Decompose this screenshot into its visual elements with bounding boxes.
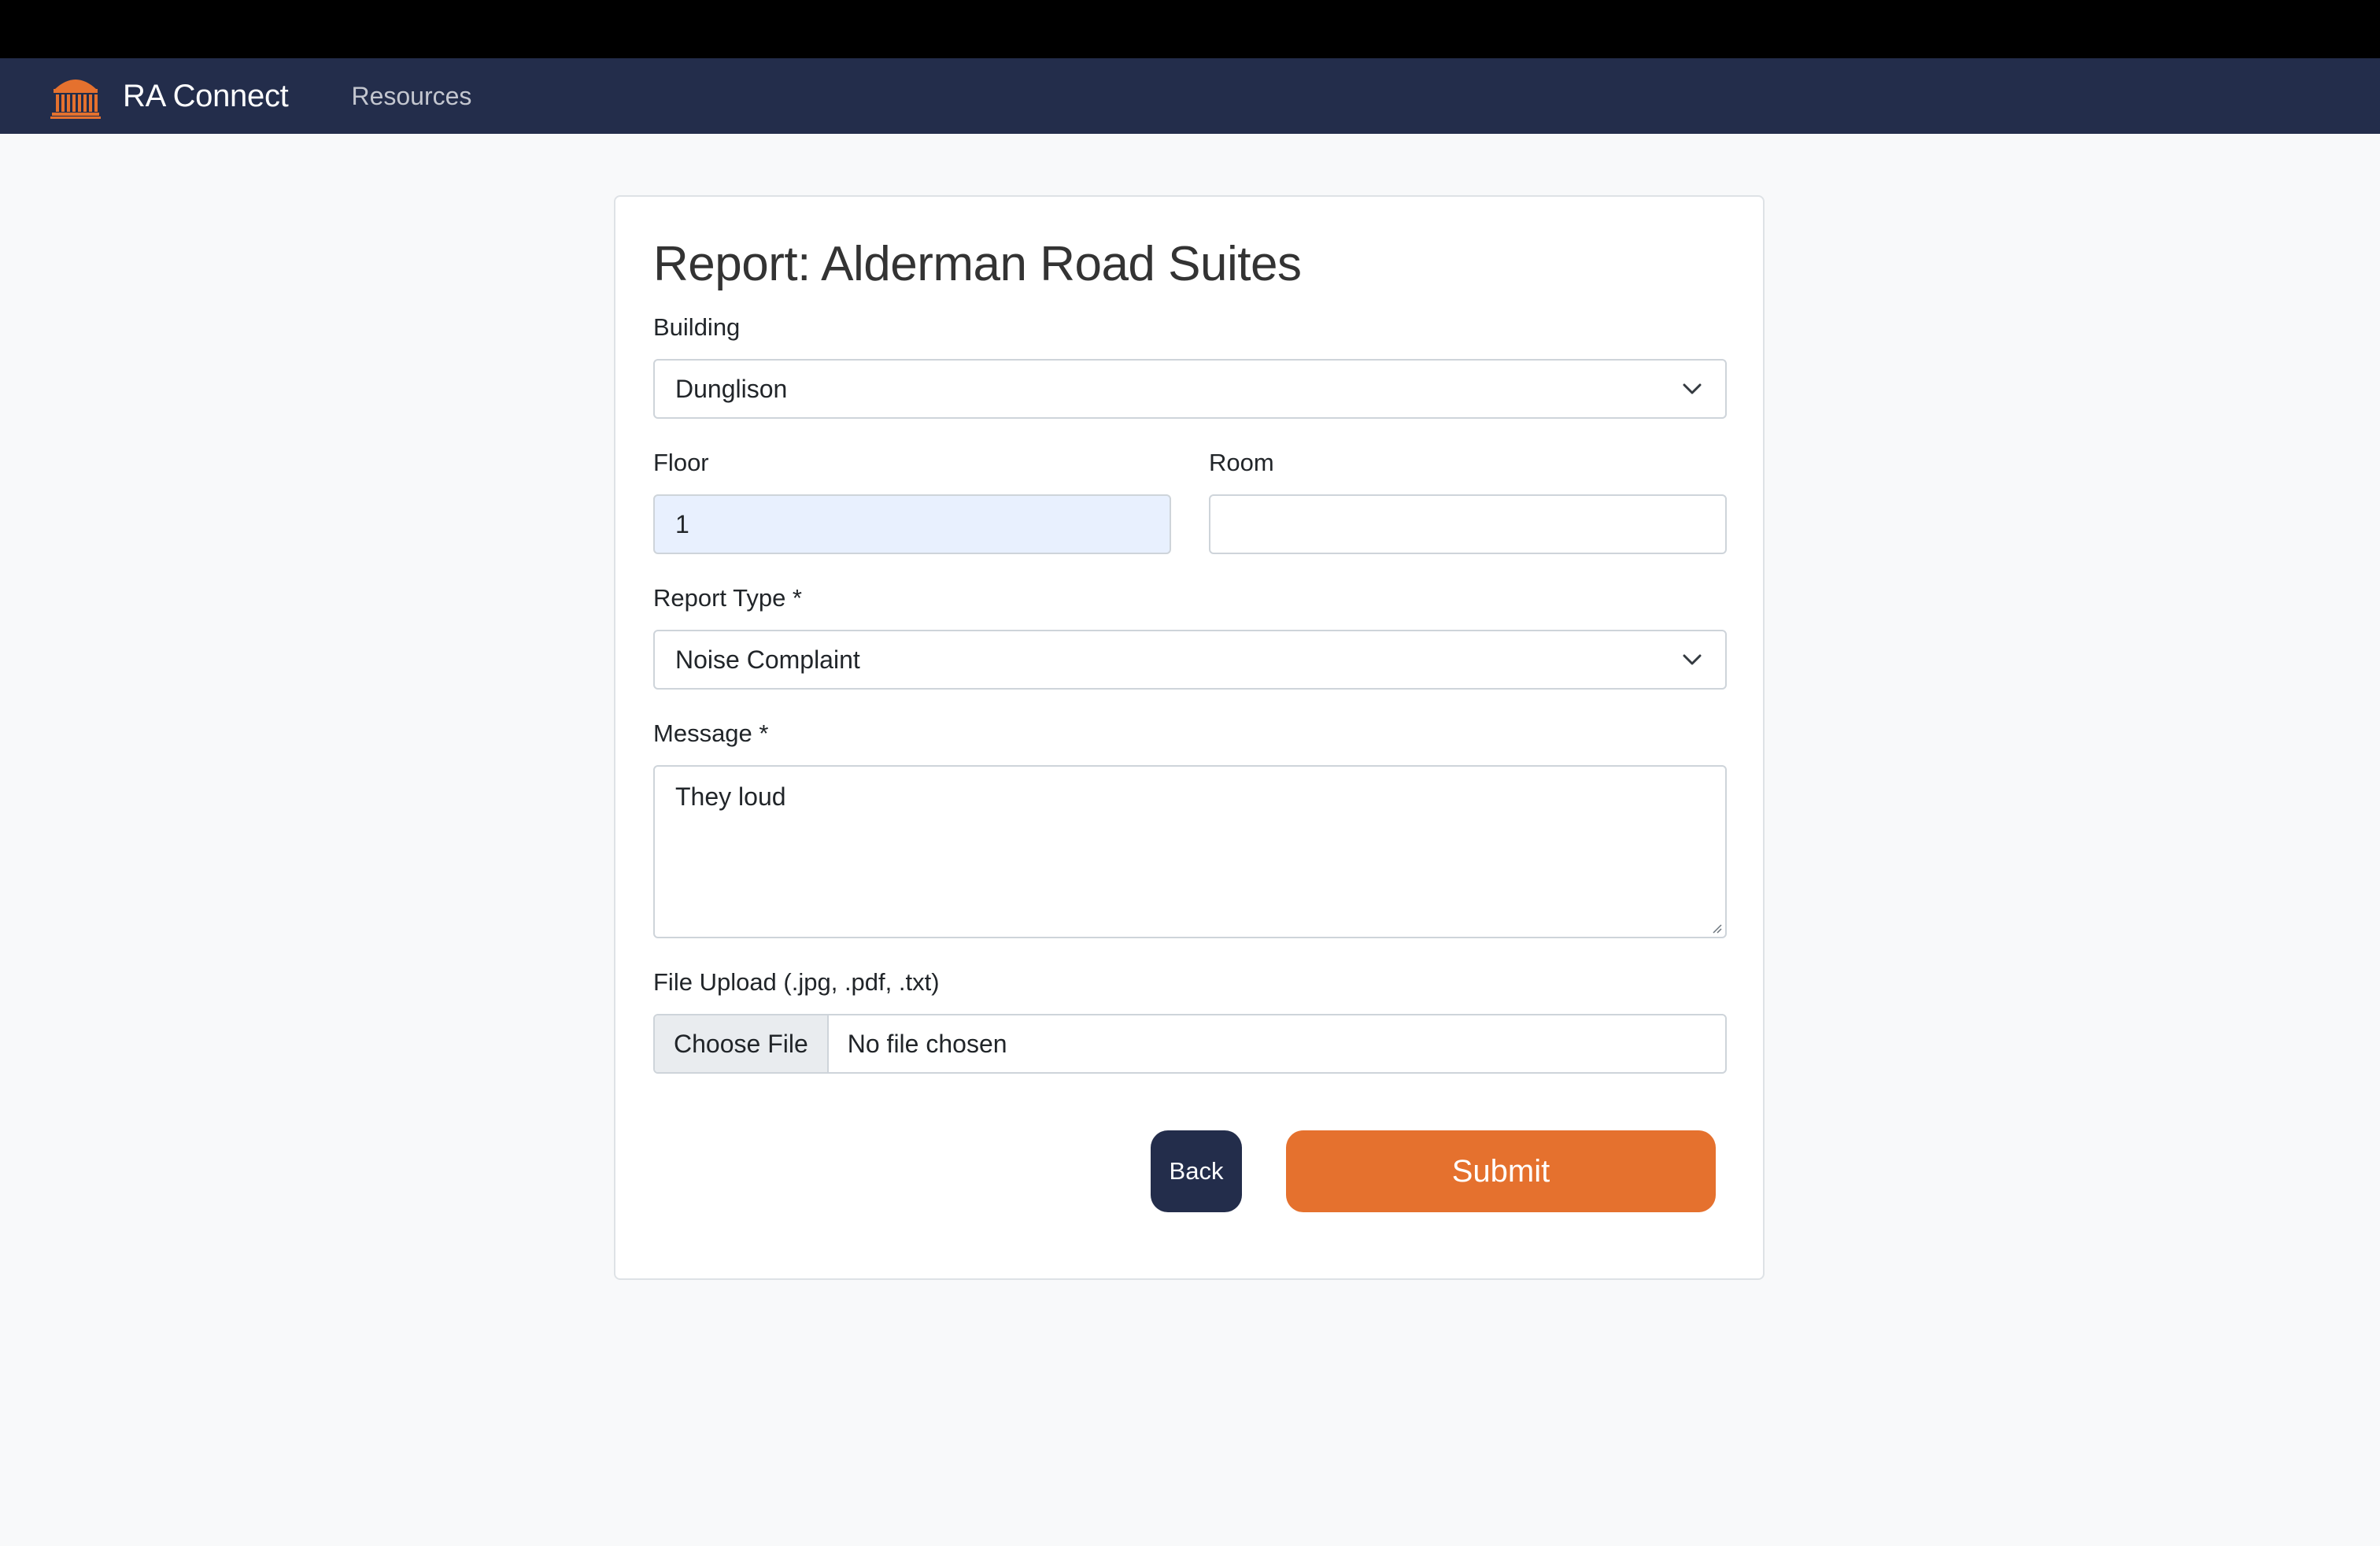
building-selected-value: Dunglison (675, 374, 788, 403)
room-label: Room (1209, 449, 1274, 476)
report-type-selected-value: Noise Complaint (675, 645, 860, 674)
report-form-card: Report: Alderman Road Suites Building Du… (614, 195, 1765, 1280)
report-type-label: Report Type * (653, 584, 802, 612)
nav-link-resources[interactable]: Resources (351, 82, 471, 111)
message-label: Message * (653, 719, 769, 747)
message-value: They loud (675, 782, 786, 811)
message-textarea[interactable]: They loud (653, 765, 1727, 938)
top-black-bar (0, 0, 2380, 58)
building-label: Building (653, 313, 741, 341)
file-upload-input[interactable]: Choose File No file chosen (653, 1014, 1727, 1074)
chevron-down-icon (1683, 654, 1702, 665)
floor-input[interactable]: 1 (653, 494, 1171, 554)
brand-link[interactable]: RA Connect (50, 73, 289, 119)
choose-file-button[interactable]: Choose File (655, 1015, 829, 1072)
back-button[interactable]: Back (1151, 1130, 1242, 1212)
rotunda-logo-icon (50, 80, 101, 119)
room-input[interactable] (1209, 494, 1727, 554)
building-select[interactable]: Dunglison (653, 359, 1727, 419)
submit-button[interactable]: Submit (1286, 1130, 1716, 1212)
file-upload-label: File Upload (.jpg, .pdf, .txt) (653, 968, 940, 996)
brand-name: RA Connect (123, 78, 289, 113)
floor-label: Floor (653, 449, 709, 476)
report-type-select[interactable]: Noise Complaint (653, 630, 1727, 690)
file-status-text: No file chosen (847, 1029, 1007, 1058)
page-title: Report: Alderman Road Suites (653, 237, 1302, 291)
navbar: RA Connect Resources (0, 58, 2380, 134)
resize-grip-icon[interactable] (1709, 921, 1722, 934)
floor-value: 1 (675, 509, 689, 538)
chevron-down-icon (1683, 383, 1702, 394)
